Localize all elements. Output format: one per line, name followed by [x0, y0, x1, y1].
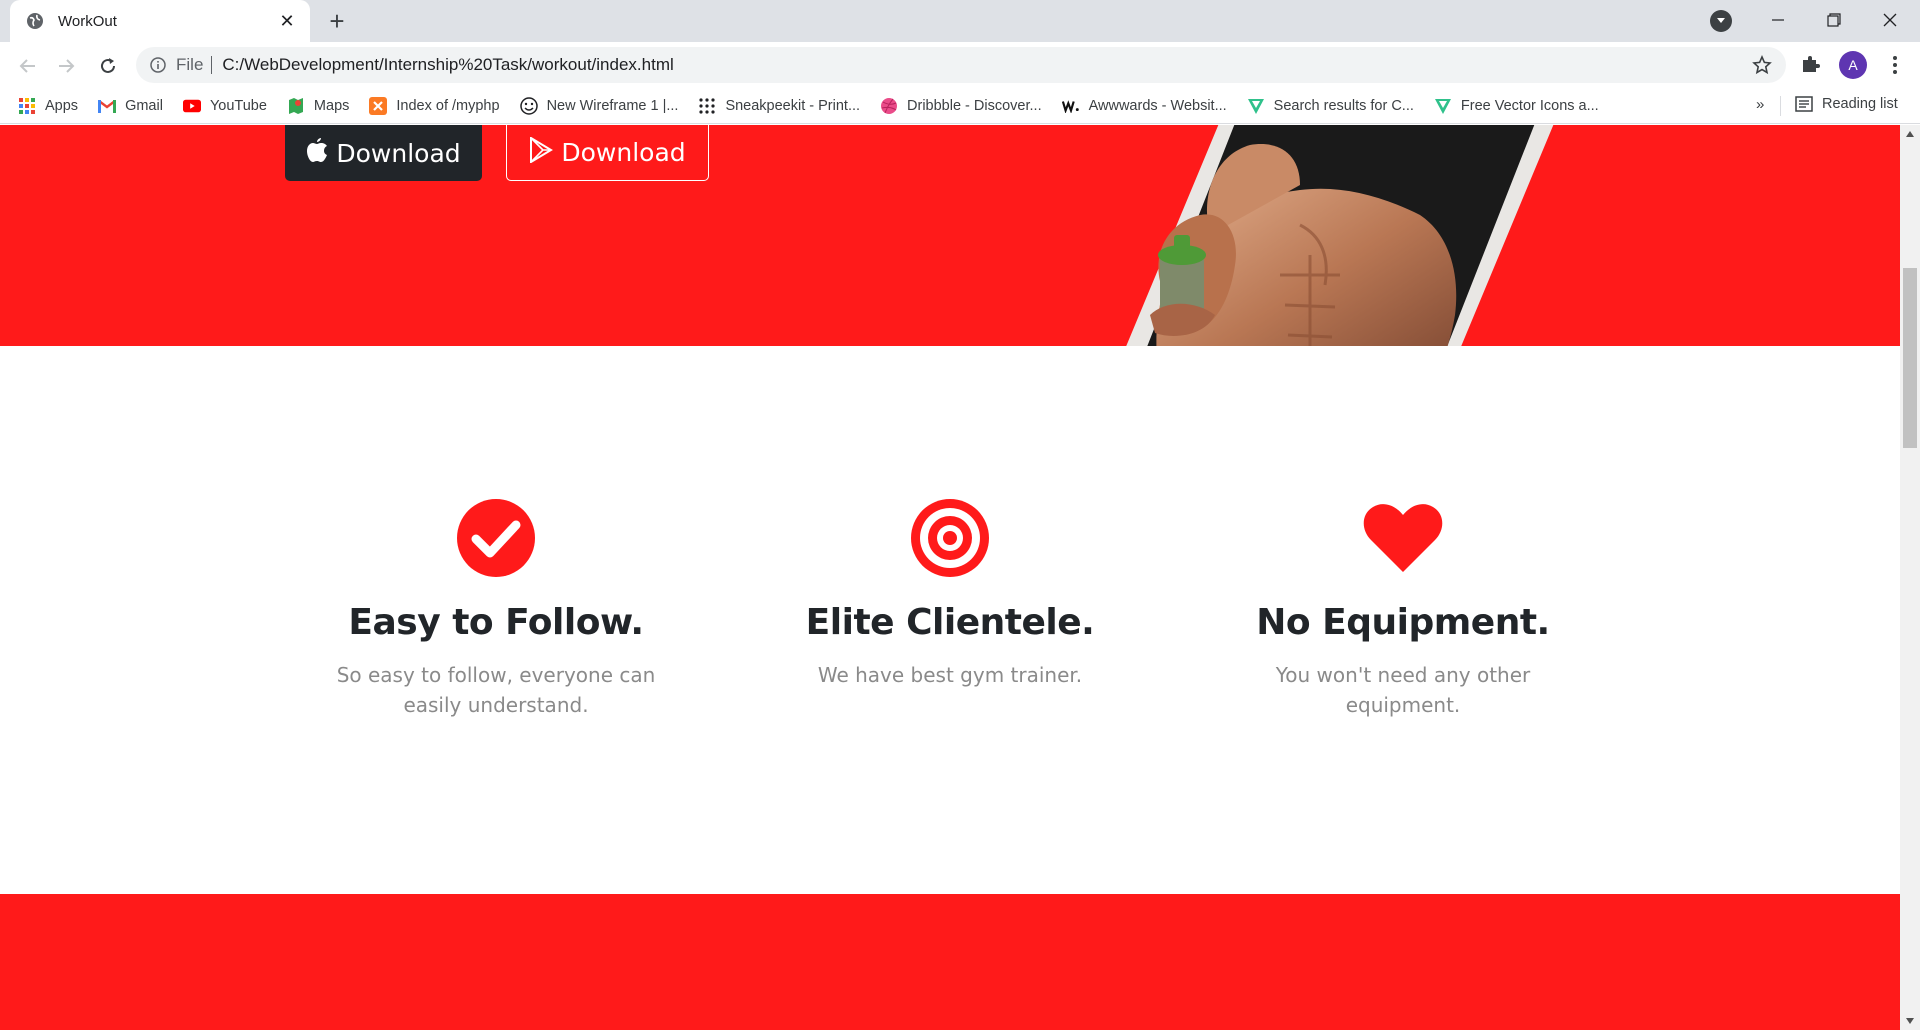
bookmark-maps[interactable]: Maps: [287, 97, 349, 115]
bookmark-new-wireframe[interactable]: New Wireframe 1 |...: [519, 96, 679, 115]
app-store-download-label: Download: [336, 138, 461, 168]
bookmarks-bar: Apps Gmail YouTube Maps Index of /myphp …: [0, 88, 1920, 124]
bookmark-label: Gmail: [125, 97, 163, 114]
heart-icon: [1363, 498, 1443, 578]
tab-search-icon[interactable]: [1710, 10, 1732, 32]
bookmark-dribbble[interactable]: Dribbble - Discover...: [880, 97, 1042, 115]
new-tab-button[interactable]: +: [322, 6, 352, 36]
scrollbar-thumb[interactable]: [1903, 268, 1917, 448]
page-scrollbar[interactable]: [1900, 125, 1920, 1030]
smiley-icon: [519, 96, 538, 115]
tab-strip: WorkOut ✕ +: [0, 0, 1920, 42]
close-window-button[interactable]: [1862, 0, 1918, 40]
profile-avatar[interactable]: A: [1839, 51, 1867, 79]
feature-title: Elite Clientele.: [805, 602, 1095, 643]
reading-list-label: Reading list: [1822, 96, 1898, 112]
extensions-puzzle-icon[interactable]: [1800, 53, 1824, 77]
bookmark-gmail[interactable]: Gmail: [98, 97, 163, 115]
feature-title: No Equipment.: [1256, 602, 1550, 643]
globe-icon: [26, 12, 44, 30]
url-separator: [211, 56, 213, 74]
hero-section: Download Download: [0, 125, 1900, 346]
vector-icon: [1247, 97, 1265, 115]
apple-icon: [306, 137, 328, 169]
xampp-icon: [369, 96, 388, 115]
bookmark-label: Sneakpeekit - Print...: [725, 97, 861, 114]
next-section-red-band: [0, 894, 1900, 1030]
bookmark-index-myphp[interactable]: Index of /myphp: [369, 96, 500, 115]
bookmark-search-results[interactable]: Search results for C...: [1247, 97, 1414, 115]
forward-button[interactable]: [50, 50, 82, 82]
bookmarks-overflow-button[interactable]: »: [1756, 96, 1764, 113]
bookmark-free-vector[interactable]: Free Vector Icons a...: [1434, 97, 1599, 115]
maps-icon: [287, 97, 305, 115]
app-store-download-button[interactable]: Download: [285, 125, 482, 181]
bookmarks-divider: [1780, 96, 1781, 116]
back-button[interactable]: [12, 50, 44, 82]
tab-title: WorkOut: [58, 12, 117, 30]
features-section: Easy to Follow. So easy to follow, every…: [0, 346, 1900, 894]
info-icon[interactable]: [150, 57, 166, 73]
bookmark-star-icon[interactable]: [1752, 55, 1772, 75]
bookmark-label: Maps: [313, 97, 350, 114]
scroll-up-arrow-icon[interactable]: [1900, 125, 1920, 143]
more-menu-icon[interactable]: [1883, 53, 1907, 77]
feature-description: We have best gym trainer.: [817, 663, 1083, 687]
url-text[interactable]: C:/WebDevelopment/Internship%20Task/work…: [222, 55, 673, 75]
close-tab-icon[interactable]: ✕: [276, 11, 298, 32]
vector-icon: [1434, 97, 1452, 115]
scroll-down-arrow-icon[interactable]: [1900, 1012, 1920, 1030]
google-play-icon: [529, 135, 554, 169]
bookmark-label: Search results for C...: [1273, 97, 1414, 114]
google-play-download-label: Download: [561, 138, 686, 167]
reload-button[interactable]: [92, 50, 124, 82]
youtube-icon: [182, 97, 201, 115]
dribbble-icon: [880, 97, 898, 115]
reading-list-icon: [1795, 95, 1813, 113]
restore-button[interactable]: [1806, 0, 1862, 40]
gmail-icon: [98, 97, 117, 115]
awwwards-icon: [1061, 97, 1080, 115]
page-viewport: Download Download Easy to Follow. So eas…: [0, 125, 1900, 1030]
bookmark-label: Awwwards - Websit...: [1088, 97, 1227, 114]
feature-description: You won't need any other equipment.: [1275, 663, 1531, 717]
address-bar[interactable]: File C:/WebDevelopment/Internship%20Task…: [136, 47, 1786, 83]
feature-description: So easy to follow, everyone can easily u…: [336, 663, 656, 717]
bookmark-label: Index of /myphp: [396, 97, 500, 114]
target-icon: [910, 498, 990, 578]
bookmark-label: Dribbble - Discover...: [907, 97, 1042, 114]
dots-grid-icon: [698, 97, 716, 115]
bookmark-label: Free Vector Icons a...: [1460, 97, 1599, 114]
check-circle-icon: [456, 498, 536, 578]
bookmark-sneakpeekit[interactable]: Sneakpeekit - Print...: [698, 97, 860, 115]
bookmark-youtube[interactable]: YouTube: [182, 97, 267, 115]
minimize-button[interactable]: [1750, 0, 1806, 40]
reading-list-button[interactable]: Reading list: [1795, 95, 1898, 113]
browser-tab[interactable]: WorkOut ✕: [10, 0, 310, 42]
apps-grid-icon: [18, 97, 36, 115]
bookmark-label: Apps: [45, 97, 79, 114]
bookmark-label: New Wireframe 1 |...: [546, 97, 679, 114]
bookmark-label: YouTube: [209, 97, 267, 114]
browser-toolbar: File C:/WebDevelopment/Internship%20Task…: [0, 42, 1920, 88]
url-scheme: File: [176, 55, 204, 74]
feature-title: Easy to Follow.: [348, 602, 644, 643]
bookmark-awwwards[interactable]: Awwwards - Websit...: [1061, 97, 1227, 115]
phone-mockup-image: GO: [1126, 125, 1554, 346]
bookmark-apps[interactable]: Apps: [18, 97, 78, 115]
google-play-download-button[interactable]: Download: [506, 125, 709, 181]
